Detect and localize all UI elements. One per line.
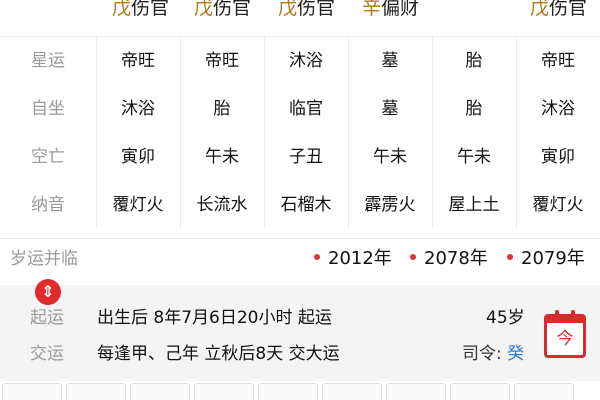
- grid-cell: 帝旺: [205, 51, 239, 71]
- grid-cell: 子丑: [289, 147, 323, 167]
- up-down-arrow-icon[interactable]: ⇕: [35, 279, 61, 305]
- tab-button[interactable]: [194, 383, 254, 400]
- stem-char: 戊: [278, 0, 298, 19]
- year-label: 2078年: [424, 248, 488, 269]
- siling-value: 司令: 癸: [462, 342, 524, 366]
- year-label: 2012年: [328, 248, 392, 269]
- ten-god-cell: 戊伤官: [112, 0, 169, 20]
- grid-cell: 覆灯火: [112, 195, 164, 215]
- grid-cell: 寅卯: [121, 147, 155, 167]
- ten-god-label: 伤官: [297, 0, 336, 19]
- grid-row-zizuo: 自坐 沐浴 胎 临官 墓 胎 沐浴: [0, 85, 600, 133]
- grid-cell: 午未: [373, 147, 407, 167]
- grid-cell: 沐浴: [121, 99, 155, 119]
- year-coincidence-bar: 岁运并临 2012年 2078年 2079年: [0, 238, 600, 282]
- grid-cell: 午未: [457, 147, 491, 167]
- calendar-icon[interactable]: 今: [544, 310, 586, 358]
- start-luck-panel: [0, 285, 600, 381]
- ten-god-cell: 戊伤官: [530, 0, 587, 20]
- calendar-band: [547, 317, 583, 323]
- ten-god-cell: 戊伤官: [194, 0, 251, 20]
- ten-god-cell: 辛偏财: [362, 0, 419, 20]
- siling-prefix: 司令:: [462, 344, 502, 364]
- grid-cell: 墓: [381, 51, 399, 71]
- grid-cell: 霹雳火: [364, 195, 416, 215]
- tab-button[interactable]: [2, 383, 62, 400]
- bullet-dot-icon: [507, 254, 513, 260]
- ten-gods-row: 戊伤官 戊伤官 戊伤官 辛偏财 戊伤官: [0, 0, 600, 36]
- tab-button[interactable]: [258, 383, 318, 400]
- grid-row-xingyun: 星运 帝旺 帝旺 沐浴 墓 胎 帝旺: [0, 37, 600, 85]
- stem-char: 戊: [194, 0, 214, 19]
- stem-char: 辛: [362, 0, 382, 19]
- grid-cell: 寅卯: [541, 147, 575, 167]
- year-label: 2079年: [521, 248, 585, 269]
- pillars-grid: 星运 帝旺 帝旺 沐浴 墓 胎 帝旺 自坐 沐浴 胎 临官 墓 胎 沐浴 空亡 …: [0, 36, 600, 229]
- tab-button[interactable]: [514, 383, 574, 400]
- grid-cell: 帝旺: [541, 51, 575, 71]
- grid-cell: 覆灯火: [532, 195, 584, 215]
- row-label: 自坐: [31, 99, 65, 119]
- grid-cell: 临官: [289, 99, 323, 119]
- grid-row-kongwang: 空亡 寅卯 午未 子丑 午未 午未 寅卯: [0, 133, 600, 181]
- jiaoyun-label: 交运: [30, 344, 64, 364]
- grid-cell: 帝旺: [121, 51, 155, 71]
- tab-button[interactable]: [450, 383, 510, 400]
- ten-god-label: 偏财: [381, 0, 420, 19]
- grid-row-nayin: 纳音 覆灯火 长流水 石榴木 霹雳火 屋上土 覆灯火: [0, 181, 600, 229]
- qiyun-label: 起运: [30, 308, 64, 328]
- row-label: 星运: [31, 51, 65, 71]
- ten-god-label: 伤官: [549, 0, 588, 19]
- grid-cell: 长流水: [196, 195, 248, 215]
- grid-cell: 墓: [381, 99, 399, 119]
- ten-god-label: 伤官: [213, 0, 252, 19]
- tab-button[interactable]: [386, 383, 446, 400]
- bullet-dot-icon: [410, 254, 416, 260]
- jiaoyun-text: 每逢甲、己年 立秋后8天 交大运: [97, 344, 340, 364]
- siling-stem[interactable]: 癸: [507, 344, 524, 364]
- grid-cell: 胎: [465, 99, 483, 119]
- row-label: 空亡: [31, 147, 65, 167]
- grid-cell: 午未: [205, 147, 239, 167]
- grid-cell: 胎: [213, 99, 231, 119]
- grid-cell: 胎: [465, 51, 483, 71]
- calendar-char: 今: [556, 329, 574, 349]
- bottom-tab-strip: [0, 381, 600, 400]
- stem-char: 戊: [112, 0, 132, 19]
- row-label: 纳音: [31, 195, 65, 215]
- tab-button[interactable]: [130, 383, 190, 400]
- year-item[interactable]: 2012年: [314, 247, 392, 271]
- bullet-dot-icon: [314, 254, 320, 260]
- grid-cell: 石榴木: [280, 195, 332, 215]
- section-title: 岁运并临: [10, 249, 78, 269]
- tab-button[interactable]: [66, 383, 126, 400]
- start-age: 45岁: [486, 308, 525, 328]
- ten-god-cell: 戊伤官: [278, 0, 335, 20]
- year-item[interactable]: 2079年: [507, 247, 585, 271]
- grid-cell: 屋上土: [448, 195, 500, 215]
- tab-button[interactable]: [322, 383, 382, 400]
- qiyun-text: 出生后 8年7月6日20小时 起运: [97, 308, 332, 328]
- year-item[interactable]: 2078年: [410, 247, 488, 271]
- grid-cell: 沐浴: [541, 99, 575, 119]
- ten-god-label: 伤官: [131, 0, 170, 19]
- stem-char: 戊: [530, 0, 550, 19]
- grid-cell: 沐浴: [289, 51, 323, 71]
